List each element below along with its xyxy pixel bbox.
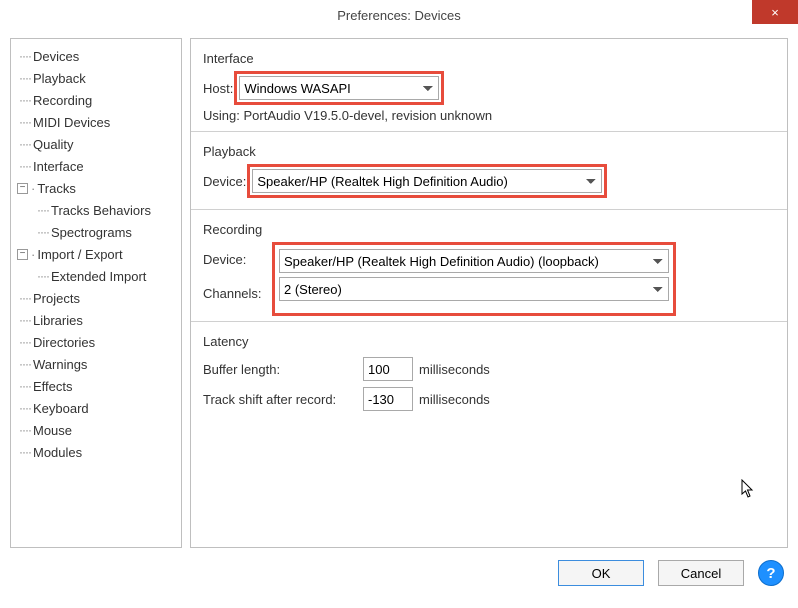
tree-connector-icon: ···· xyxy=(15,93,33,107)
tree-item-quality[interactable]: ····Quality xyxy=(15,133,177,155)
tree-item-keyboard[interactable]: ····Keyboard xyxy=(15,397,177,419)
content-area: ····Devices····Playback····Recording····… xyxy=(0,30,798,548)
tree-item-label: Recording xyxy=(33,93,92,108)
tree-item-extended-import[interactable]: ····Extended Import xyxy=(15,265,177,287)
host-label: Host: xyxy=(203,81,237,96)
group-title-interface: Interface xyxy=(203,51,775,66)
tree-connector-icon: ···· xyxy=(15,291,33,305)
close-button[interactable]: × xyxy=(752,0,798,24)
tree-item-label: Extended Import xyxy=(51,269,146,284)
tree-item-label: Tracks xyxy=(37,181,76,196)
tree-item-label: Spectrograms xyxy=(51,225,132,240)
tree-item-interface[interactable]: ····Interface xyxy=(15,155,177,177)
tree-connector-icon: ···· xyxy=(15,313,33,327)
tree-item-label: Import / Export xyxy=(37,247,122,262)
tree-item-label: Libraries xyxy=(33,313,83,328)
buffer-length-input[interactable] xyxy=(363,357,413,381)
tree-item-label: Keyboard xyxy=(33,401,89,416)
tree-item-label: Warnings xyxy=(33,357,87,372)
recording-channels-label: Channels: xyxy=(203,286,275,301)
group-playback: Playback Device: Speaker/HP (Realtek Hig… xyxy=(191,132,787,210)
recording-device-label: Device: xyxy=(203,252,275,267)
tree-item-effects[interactable]: ····Effects xyxy=(15,375,177,397)
group-title-recording: Recording xyxy=(203,222,775,237)
tree-connector-icon: ···· xyxy=(15,225,51,239)
tree-expander-icon[interactable]: − xyxy=(17,183,28,194)
tree-item-midi-devices[interactable]: ····MIDI Devices xyxy=(15,111,177,133)
tree-item-mouse[interactable]: ····Mouse xyxy=(15,419,177,441)
help-icon: ? xyxy=(766,565,775,582)
ok-button[interactable]: OK xyxy=(558,560,644,586)
tree-item-projects[interactable]: ····Projects xyxy=(15,287,177,309)
tree-connector-icon: ···· xyxy=(15,445,33,459)
tree-item-label: Projects xyxy=(33,291,80,306)
tree-connector-icon: ···· xyxy=(15,71,33,85)
tree-connector-icon: ···· xyxy=(15,115,33,129)
group-latency: Latency Buffer length: milliseconds Trac… xyxy=(191,322,787,425)
mouse-cursor-icon xyxy=(741,479,757,499)
tree-item-libraries[interactable]: ····Libraries xyxy=(15,309,177,331)
tree-connector-icon: ···· xyxy=(15,203,51,217)
tree-connector-icon: ···· xyxy=(15,423,33,437)
tree-connector-icon: ···· xyxy=(15,137,33,151)
tree-item-import-export[interactable]: −·Import / Export xyxy=(15,243,177,265)
tree-item-modules[interactable]: ····Modules xyxy=(15,441,177,463)
tree-item-tracks-behaviors[interactable]: ····Tracks Behaviors xyxy=(15,199,177,221)
cancel-button[interactable]: Cancel xyxy=(658,560,744,586)
tree-connector-icon: ···· xyxy=(15,379,33,393)
tree-item-label: Tracks Behaviors xyxy=(51,203,151,218)
tree-connector-icon: ···· xyxy=(15,335,33,349)
tree-item-label: Modules xyxy=(33,445,82,460)
tree-item-label: Directories xyxy=(33,335,95,350)
group-title-playback: Playback xyxy=(203,144,775,159)
track-shift-input[interactable] xyxy=(363,387,413,411)
playback-device-label: Device: xyxy=(203,174,250,189)
tree-item-label: Interface xyxy=(33,159,84,174)
tree-item-spectrograms[interactable]: ····Spectrograms xyxy=(15,221,177,243)
group-title-latency: Latency xyxy=(203,334,775,349)
group-recording: Recording Device: Channels: Speaker/HP (… xyxy=(191,210,787,322)
track-shift-unit: milliseconds xyxy=(419,392,490,407)
tree-item-label: Mouse xyxy=(33,423,72,438)
tree-item-label: Effects xyxy=(33,379,73,394)
tree-item-label: Devices xyxy=(33,49,79,64)
buffer-length-unit: milliseconds xyxy=(419,362,490,377)
titlebar: Preferences: Devices × xyxy=(0,0,798,30)
tree-item-label: Quality xyxy=(33,137,73,152)
tree-connector-icon: ···· xyxy=(15,357,33,371)
tree-connector-icon: ···· xyxy=(15,159,33,173)
tree-item-recording[interactable]: ····Recording xyxy=(15,89,177,111)
help-button[interactable]: ? xyxy=(758,560,784,586)
group-interface: Interface Host: Windows WASAPI Using: Po… xyxy=(191,39,787,132)
tree-connector-icon: ···· xyxy=(15,49,33,63)
host-dropdown[interactable]: Windows WASAPI xyxy=(239,76,439,100)
tree-item-tracks[interactable]: −·Tracks xyxy=(15,177,177,199)
buffer-length-label: Buffer length: xyxy=(203,362,363,377)
recording-device-dropdown[interactable]: Speaker/HP (Realtek High Definition Audi… xyxy=(279,249,669,273)
using-label: Using: xyxy=(203,108,240,123)
using-value: PortAudio V19.5.0-devel, revision unknow… xyxy=(243,108,492,123)
recording-channels-dropdown[interactable]: 2 (Stereo) xyxy=(279,277,669,301)
tree-item-devices[interactable]: ····Devices xyxy=(15,45,177,67)
tree-item-directories[interactable]: ····Directories xyxy=(15,331,177,353)
tree-expander-icon[interactable]: − xyxy=(17,249,28,260)
tree-connector-icon: ···· xyxy=(15,401,33,415)
dialog-footer: OK Cancel ? xyxy=(0,548,798,598)
tree-item-playback[interactable]: ····Playback xyxy=(15,67,177,89)
close-icon: × xyxy=(771,5,779,20)
window-title: Preferences: Devices xyxy=(337,8,461,23)
tree-item-label: Playback xyxy=(33,71,86,86)
tree-connector-icon: ···· xyxy=(15,269,51,283)
settings-panel: Interface Host: Windows WASAPI Using: Po… xyxy=(190,38,788,548)
playback-device-dropdown[interactable]: Speaker/HP (Realtek High Definition Audi… xyxy=(252,169,602,193)
tree-item-label: MIDI Devices xyxy=(33,115,110,130)
category-tree[interactable]: ····Devices····Playback····Recording····… xyxy=(10,38,182,548)
tree-item-warnings[interactable]: ····Warnings xyxy=(15,353,177,375)
track-shift-label: Track shift after record: xyxy=(203,392,363,407)
